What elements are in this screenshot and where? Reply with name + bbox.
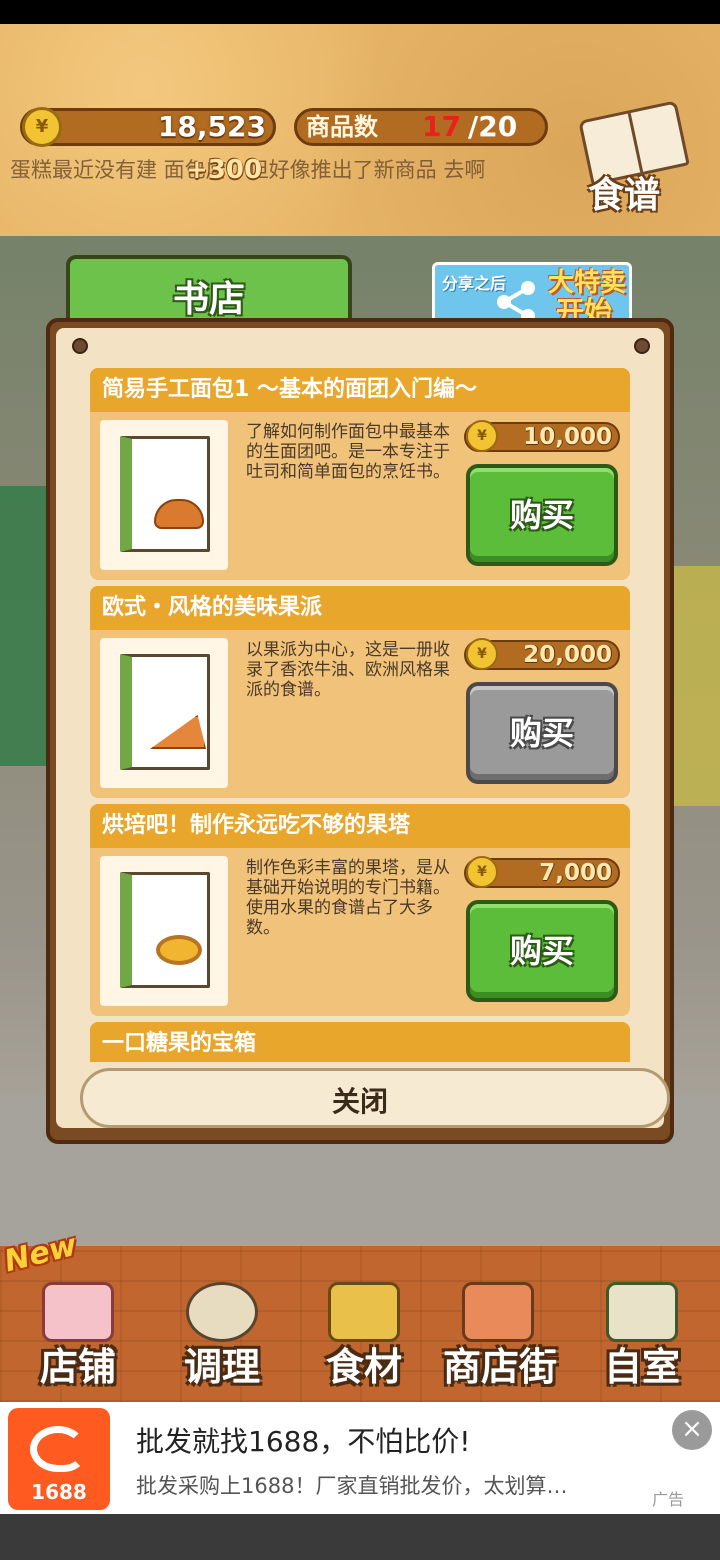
recipe-button[interactable]: 食谱 (576, 100, 696, 216)
recipe-label: 食谱 (588, 175, 661, 216)
coin-bonus: +300 (186, 155, 263, 185)
book-price: 10,000 (523, 424, 612, 450)
pie-icon (150, 715, 206, 749)
cake-icon (42, 1282, 114, 1342)
book-card-header: 简易手工面包1 ～基本的面团入门编～ (90, 368, 630, 412)
bottom-strip (0, 1514, 720, 1560)
book-title: 欧式・风格的美味果派 (102, 595, 323, 620)
goods-max: /20 (468, 110, 518, 143)
book-title: 烘培吧！制作永远吃不够的果塔 (102, 813, 411, 838)
close-button-label: 关闭 (331, 1085, 388, 1118)
coin-value: 18,523 (157, 110, 266, 143)
ad-subtitle: 批发采购上1688！厂家直销批发价，太划算… (136, 1474, 568, 1498)
ad-tag: 广告 (652, 1490, 685, 1509)
bread-icon (154, 499, 204, 529)
tart-icon (156, 935, 202, 965)
book-card: 欧式・风格的美味果派 以果派为中心，这是一册收录了香浓牛油、欧洲风格果派的食谱。… (90, 586, 630, 798)
book-title: 一口糖果的宝箱 (102, 1031, 257, 1056)
flour-sack-icon (328, 1282, 400, 1342)
nav-item-shop-street[interactable]: 商店街 (428, 1260, 572, 1400)
book-thumbnail (100, 420, 228, 570)
ad-title: 批发就找1688，不怕比价! (136, 1425, 471, 1458)
goods-label: 商品数 (306, 113, 378, 141)
book-icon (120, 872, 210, 988)
book-price: 7,000 (539, 860, 612, 886)
nav-item-my-room[interactable]: 自室 (572, 1260, 712, 1400)
book-card: 烘培吧！制作永远吃不够的果塔 制作色彩丰富的果塔，是从基础开始说明的专门书籍。使… (90, 804, 630, 1016)
buy-button-label: 购买 (509, 496, 574, 534)
book-description: 了解如何制作面包中最基本的生面团吧。是一本专注于吐司和简单面包的烹饪书。 (246, 422, 450, 482)
pin-icon (72, 338, 88, 354)
buy-button[interactable]: 购买 (466, 464, 618, 566)
buy-button-label: 购买 (509, 714, 574, 752)
nav-item-label: 店铺 (39, 1345, 116, 1389)
book-thumbnail (100, 856, 228, 1006)
staff-room-icon (606, 1282, 678, 1342)
goods-count: 17 (422, 110, 461, 143)
buy-button[interactable]: 购买 (466, 900, 618, 1002)
book-icon (120, 436, 210, 552)
nav-item-label: 调理 (183, 1345, 260, 1389)
coin-icon: ¥ (466, 420, 498, 452)
close-icon[interactable]: × (672, 1410, 712, 1450)
buy-button-label: 购买 (509, 932, 574, 970)
nav-item-label: 自室 (603, 1345, 680, 1389)
nav-item-ingredients[interactable]: 食材 (294, 1260, 434, 1400)
nav-item-label: 商店街 (442, 1345, 557, 1389)
book-description: 以果派为中心，这是一册收录了香浓牛油、欧洲风格果派的食谱。 (246, 640, 450, 700)
book-card-header: 一口糖果的宝箱 (90, 1022, 630, 1062)
ad-logo-text: 1688 (31, 1480, 87, 1504)
status-bar (0, 0, 720, 24)
book-card-header: 欧式・风格的美味果派 (90, 586, 630, 630)
coin-icon: ¥ (466, 638, 498, 670)
news-ticker: 蛋糕最近没有建 面包店，但好像推出了新商品 去啊 (10, 158, 486, 182)
coin-icon: ¥ (466, 856, 498, 888)
book-description: 制作色彩丰富的果塔，是从基础开始说明的专门书籍。使用水果的食谱占了大多数。 (246, 858, 450, 938)
nav-item-label: 食材 (325, 1345, 402, 1389)
book-list[interactable]: 简易手工面包1 ～基本的面团入门编～ 了解如何制作面包中最基本的生面团吧。是一本… (86, 364, 634, 1062)
coin-icon: ¥ (22, 107, 62, 147)
book-price: 20,000 (523, 642, 612, 668)
pin-icon (634, 338, 650, 354)
ad-logo-mark-icon (30, 1426, 86, 1472)
book-card-header: 烘培吧！制作永远吃不够的果塔 (90, 804, 630, 848)
tab-bookstore-label: 书店 (172, 279, 245, 320)
book-title: 简易手工面包1 ～基本的面团入门编～ (102, 377, 477, 402)
book-icon (120, 654, 210, 770)
shop-street-icon (462, 1282, 534, 1342)
buy-button-disabled[interactable]: 购买 (466, 682, 618, 784)
book-thumbnail (100, 638, 228, 788)
mixing-bowl-icon (186, 1282, 258, 1342)
book-card: 一口糖果的宝箱 (90, 1022, 630, 1062)
nav-item-shop[interactable]: 店铺 (8, 1260, 148, 1400)
book-card: 简易手工面包1 ～基本的面团入门编～ 了解如何制作面包中最基本的生面团吧。是一本… (90, 368, 630, 580)
nav-item-cooking[interactable]: 调理 (152, 1260, 292, 1400)
